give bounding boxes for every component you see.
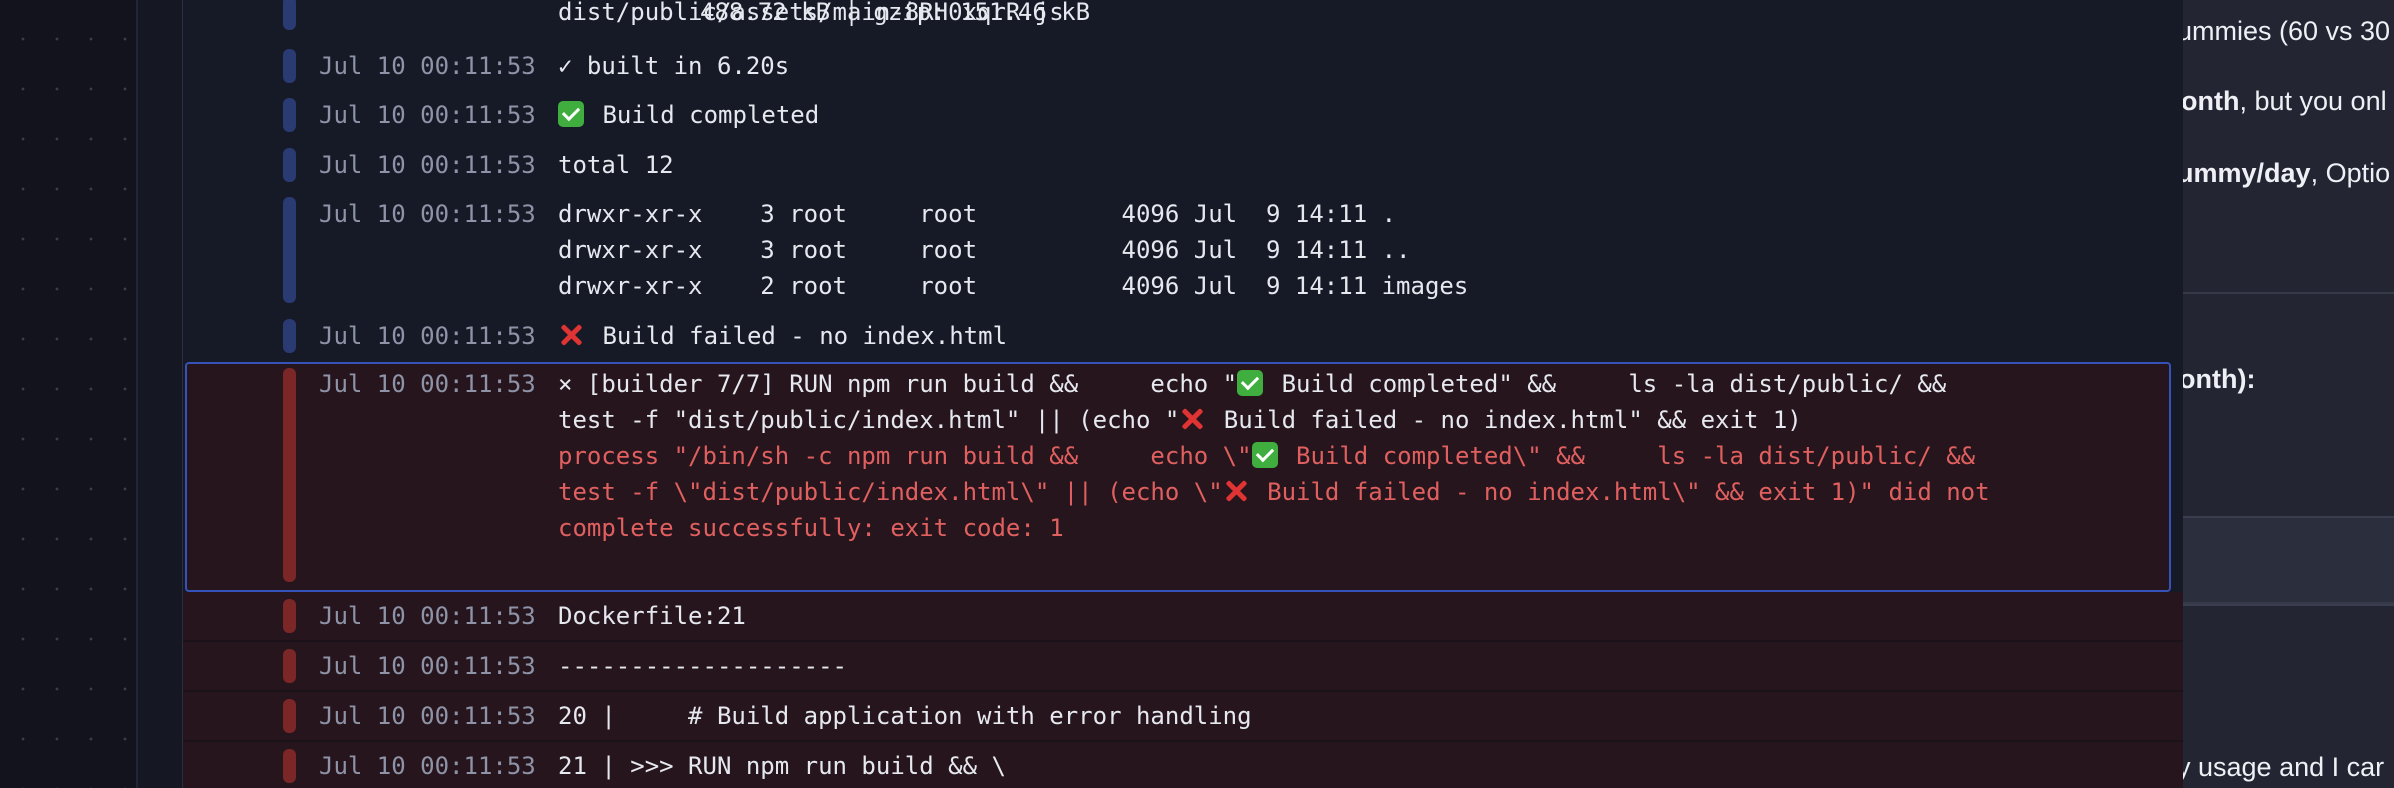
- log-row-error[interactable]: Jul 10 00:11:53 --------------------: [183, 642, 2183, 692]
- log-error-text: process "/bin/sh -c npm run build && ech…: [558, 442, 1252, 470]
- cross-mark-icon: [558, 322, 584, 348]
- log-message: 20 | # Build application with error hand…: [558, 702, 1252, 730]
- log-row[interactable]: Jul 10 00:11:53 drwxr-xr-x 3 root root 4…: [183, 196, 2183, 304]
- log-timestamp: Jul 10 00:11:53: [319, 52, 536, 80]
- log-timestamp: Jul 10 00:11:53: [319, 702, 536, 730]
- log-timestamp: Jul 10 00:11:53: [319, 602, 536, 630]
- log-asset-size: 488.72 kB │ gzip: 151.46 kB: [700, 0, 1091, 26]
- log-message-line: × [builder 7/7] RUN npm run build && ech…: [558, 366, 1946, 402]
- log-row[interactable]: Jul 10 00:11:53 Build completed: [183, 97, 2183, 133]
- log-message-line: drwxr-xr-x 3 root root 4096 Jul 9 14:11 …: [558, 200, 1397, 228]
- check-mark-icon: [558, 101, 584, 127]
- log-message-line: drwxr-xr-x 2 root root 4096 Jul 9 14:11 …: [558, 272, 1469, 300]
- log-message: --------------------: [558, 652, 847, 680]
- log-row-error[interactable]: Jul 10 00:11:53 × [builder 7/7] RUN npm …: [183, 366, 2183, 586]
- chat-card: onth):: [2183, 292, 2394, 514]
- log-row-error[interactable]: Jul 10 00:11:53 Dockerfile:21: [183, 592, 2183, 642]
- log-timestamp: Jul 10 00:11:53: [319, 752, 536, 780]
- log-row[interactable]: Jul 10 00:11:53 total 12: [183, 147, 2183, 183]
- chat-option-block[interactable]: [2183, 516, 2394, 606]
- log-level-bar: [283, 749, 296, 783]
- chat-text-line: onth, but you onl: [2183, 86, 2387, 117]
- log-error-line: complete successfully: exit code: 1: [558, 510, 1064, 546]
- log-row-error[interactable]: Jul 10 00:11:53 21 | >>> RUN npm run bui…: [183, 742, 2183, 788]
- log-message: Build completed: [558, 97, 819, 133]
- cross-mark-icon: [1179, 406, 1205, 432]
- log-error-text: complete successfully: exit code: 1: [558, 514, 1064, 542]
- log-message-line: drwxr-xr-x 3 root root 4096 Jul 9 14:11 …: [558, 236, 1411, 264]
- log-error-text: test -f \"dist/public/index.html\" || (e…: [558, 478, 1223, 506]
- gutter-divider: [136, 0, 138, 788]
- chat-heading-fragment: onth):: [2183, 364, 2256, 394]
- log-row[interactable]: Jul 10 00:11:53 Build failed - no index.…: [183, 318, 2183, 354]
- log-error-line: test -f \"dist/public/index.html\" || (e…: [558, 474, 1990, 510]
- log-message: Dockerfile:21: [558, 602, 746, 630]
- log-level-bar: [283, 599, 296, 633]
- log-level-bar: [283, 0, 296, 30]
- log-error-text: Build completed\" && ls -la dist/public/…: [1281, 442, 1976, 470]
- log-timestamp: Jul 10 00:11:53: [319, 652, 536, 680]
- check-mark-icon: [1237, 370, 1264, 396]
- log-timestamp: Jul 10 00:11:53: [319, 101, 536, 129]
- build-log-panel[interactable]: dist/public/assets/main-8RH0xqrR.js 488.…: [182, 0, 2184, 788]
- log-text: test -f "dist/public/index.html" || (ech…: [558, 406, 1180, 434]
- log-level-bar: [283, 319, 296, 353]
- log-level-bar: [283, 98, 296, 132]
- log-error-text: Build failed - no index.html\" && exit 1…: [1252, 478, 1990, 506]
- log-error-line: process "/bin/sh -c npm run build && ech…: [558, 438, 1975, 474]
- chat-text-line: ummy/day, Optio: [2183, 158, 2390, 189]
- log-text: × [builder 7/7] RUN npm run build && ech…: [558, 370, 1238, 398]
- log-timestamp: Jul 10 00:11:53: [319, 370, 536, 398]
- log-text: Build failed - no index.html" && exit 1): [1209, 406, 1802, 434]
- log-level-bar: [283, 197, 296, 303]
- log-message: ✓ built in 6.20s: [558, 52, 790, 80]
- log-message-line: test -f "dist/public/index.html" || (ech…: [558, 402, 1802, 438]
- log-message-text: Build failed - no index.html: [602, 322, 1008, 350]
- log-message: Build failed - no index.html: [558, 318, 1007, 354]
- log-level-bar: [283, 649, 296, 683]
- chat-text-line: y usage and I car: [2183, 752, 2385, 782]
- log-timestamp: Jul 10 00:11:53: [319, 151, 536, 179]
- log-row-error[interactable]: Jul 10 00:11:53 20 | # Build application…: [183, 692, 2183, 742]
- check-mark-icon: [1251, 442, 1278, 468]
- log-text: Build completed" && ls -la dist/public/ …: [1267, 370, 1947, 398]
- log-row[interactable]: dist/public/assets/main-8RH0xqrR.js 488.…: [183, 0, 2183, 30]
- chat-text: , but you onl: [2239, 86, 2387, 116]
- log-message: total 12: [558, 151, 674, 179]
- log-timestamp: Jul 10 00:11:53: [319, 200, 536, 228]
- log-level-bar: [283, 148, 296, 182]
- chat-bold-text: ummy/day: [2183, 158, 2311, 188]
- log-message-text: Build completed: [602, 101, 820, 129]
- log-level-bar: [283, 49, 296, 83]
- chat-card: y usage and I car: [2183, 602, 2394, 788]
- cross-mark-icon: [1223, 478, 1249, 504]
- chat-text: , Optio: [2310, 158, 2391, 188]
- chat-pane: ummies (60 vs 30 onth, but you onl ummy/…: [2183, 0, 2394, 788]
- log-level-bar: [283, 368, 296, 582]
- chat-text-line: ummies (60 vs 30: [2183, 16, 2391, 46]
- background-dots: [0, 0, 136, 788]
- log-row[interactable]: Jul 10 00:11:53 ✓ built in 6.20s: [183, 48, 2183, 84]
- log-timestamp: Jul 10 00:11:53: [319, 322, 536, 350]
- chat-bold-text: onth: [2183, 86, 2240, 116]
- log-message: 21 | >>> RUN npm run build && \: [558, 752, 1006, 780]
- log-level-bar: [283, 699, 296, 733]
